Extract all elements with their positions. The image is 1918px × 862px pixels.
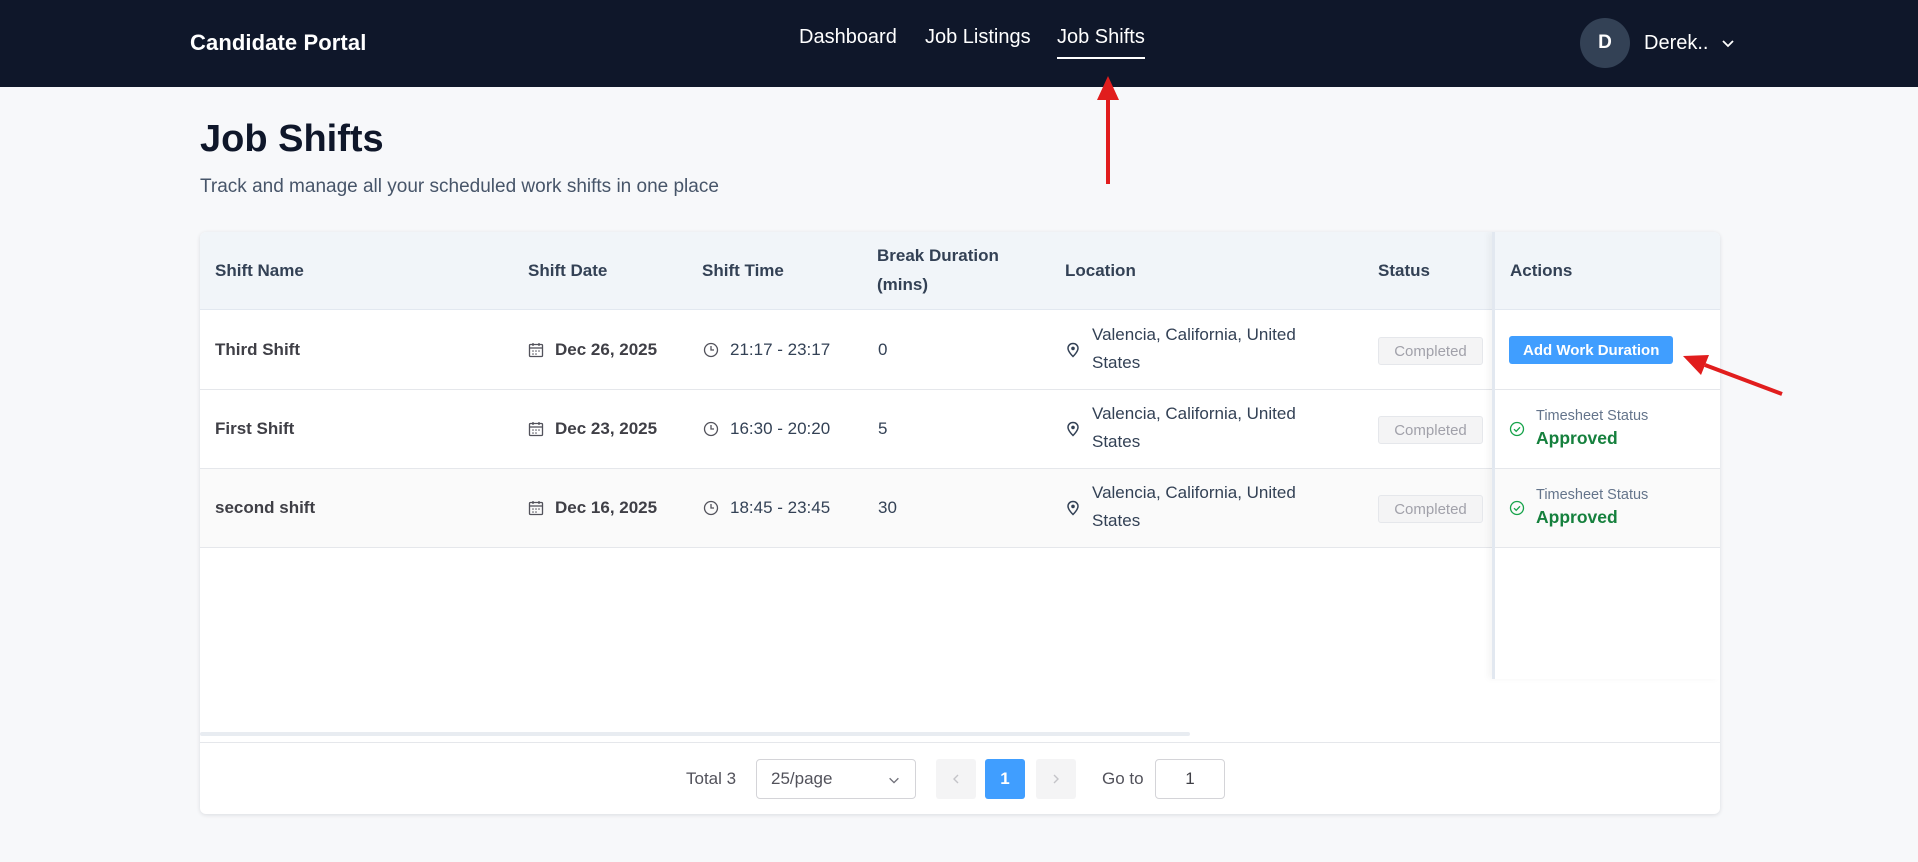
location-line2: States xyxy=(1092,353,1141,372)
calendar-icon xyxy=(528,343,544,358)
brand-logo[interactable]: Candidate Portal xyxy=(190,30,366,56)
pagination: Total 3 25/page 1 Go to xyxy=(200,742,1720,814)
page-title: Job Shifts xyxy=(200,118,384,160)
shifts-table-card: Shift Name Shift Date Shift Time Break D… xyxy=(200,232,1720,814)
location-line1: Valencia, California, United xyxy=(1092,483,1296,502)
location: Valencia, California, United States xyxy=(1092,479,1322,535)
location-pin-icon xyxy=(1067,421,1079,437)
page-subtitle: Track and manage all your scheduled work… xyxy=(200,176,719,197)
chevron-down-icon[interactable] xyxy=(1720,35,1736,51)
break-duration: 5 xyxy=(878,419,888,438)
location-line1: Valencia, California, United xyxy=(1092,404,1296,423)
column-header-shift-name[interactable]: Shift Name xyxy=(215,256,304,285)
page-number-button[interactable]: 1 xyxy=(985,759,1025,799)
goto-page-input[interactable] xyxy=(1155,759,1225,799)
shift-time: 21:17 - 23:17 xyxy=(730,340,831,359)
nav-job-shifts[interactable]: Job Shifts xyxy=(1057,26,1145,59)
check-circle-icon xyxy=(1509,500,1525,516)
location-line2: States xyxy=(1092,432,1141,451)
location: Valencia, California, United States xyxy=(1092,400,1322,456)
pagination-total: Total 3 xyxy=(686,769,737,788)
status-badge: Completed xyxy=(1378,495,1483,523)
column-header-location[interactable]: Location xyxy=(1065,256,1136,285)
shift-name: Third Shift xyxy=(215,340,300,359)
top-navbar: Candidate Portal Dashboard Job Listings … xyxy=(0,0,1918,87)
check-circle-icon xyxy=(1509,421,1525,437)
chevron-right-icon xyxy=(1053,774,1059,784)
column-header-break-duration[interactable]: Break Duration (mins) xyxy=(877,241,999,299)
break-duration: 0 xyxy=(878,340,888,359)
break-duration: 30 xyxy=(878,498,897,517)
shift-name: second shift xyxy=(215,498,316,517)
arrow-to-job-shifts-tab xyxy=(1097,76,1119,184)
location-pin-icon xyxy=(1067,342,1079,358)
timesheet-status-value: Approved xyxy=(1536,428,1618,448)
user-menu[interactable]: D Derek.. xyxy=(1580,18,1736,68)
horizontal-scrollbar[interactable] xyxy=(200,732,1190,736)
clock-icon xyxy=(703,421,719,437)
location: Valencia, California, United States xyxy=(1092,321,1322,377)
shift-name: First Shift xyxy=(215,419,295,438)
status-badge: Completed xyxy=(1378,337,1483,365)
shift-date: Dec 16, 2025 xyxy=(555,498,658,517)
shift-time: 18:45 - 23:45 xyxy=(730,498,831,517)
next-page-button[interactable] xyxy=(1036,759,1076,799)
actions-column: Add Work Duration Timesheet Status Appro… xyxy=(1492,232,1720,679)
nav-dashboard[interactable]: Dashboard xyxy=(799,26,897,49)
page-size-value: 25/page xyxy=(771,769,833,788)
column-header-break-duration-line1: Break Duration xyxy=(877,246,999,265)
timesheet-status-label: Timesheet Status xyxy=(1536,408,1649,424)
shift-time: 16:30 - 20:20 xyxy=(730,419,831,438)
status-badge: Completed xyxy=(1378,416,1483,444)
avatar[interactable]: D xyxy=(1580,18,1630,68)
calendar-icon xyxy=(528,422,544,437)
goto-label: Go to xyxy=(1102,769,1144,788)
calendar-icon xyxy=(528,501,544,516)
add-work-duration-button[interactable]: Add Work Duration xyxy=(1509,336,1674,364)
column-header-shift-time[interactable]: Shift Time xyxy=(702,256,784,285)
nav-job-listings[interactable]: Job Listings xyxy=(925,26,1031,49)
clock-icon xyxy=(703,500,719,516)
column-header-shift-date[interactable]: Shift Date xyxy=(528,256,607,285)
column-header-status[interactable]: Status xyxy=(1378,256,1430,285)
location-line2: States xyxy=(1092,511,1141,530)
timesheet-status-value: Approved xyxy=(1536,507,1618,527)
chevron-down-icon xyxy=(889,777,899,784)
user-name[interactable]: Derek.. xyxy=(1644,32,1708,55)
location-pin-icon xyxy=(1067,500,1079,516)
clock-icon xyxy=(703,342,719,358)
shift-date: Dec 23, 2025 xyxy=(555,419,658,438)
location-line1: Valencia, California, United xyxy=(1092,325,1296,344)
shift-date: Dec 26, 2025 xyxy=(555,340,658,359)
prev-page-button[interactable] xyxy=(936,759,976,799)
timesheet-status-label: Timesheet Status xyxy=(1536,487,1649,503)
chevron-left-icon xyxy=(953,774,959,784)
column-header-break-duration-line2: (mins) xyxy=(877,275,928,294)
page-size-select[interactable]: 25/page xyxy=(756,759,916,799)
